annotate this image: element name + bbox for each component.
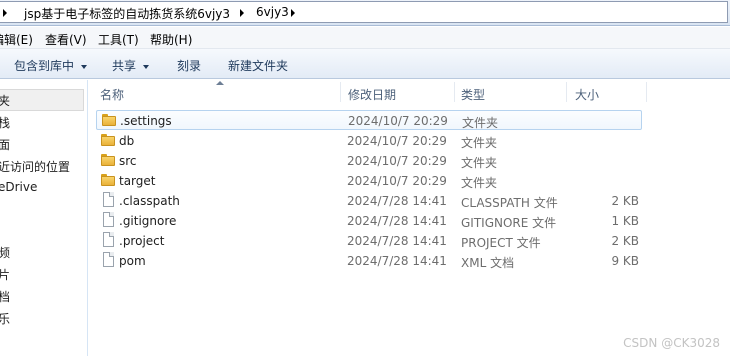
file-type: 文件夹 [461,136,498,150]
file-row[interactable]: .settings 2024/10/7 20:29 文件夹 [96,110,642,130]
file-type: 文件夹 [461,156,498,170]
menu-tools[interactable]: 工具(T) [98,31,139,48]
share-label: 共享 [112,59,137,73]
column-header-modified[interactable]: 修改日期 [348,86,396,103]
menu-help[interactable]: 帮助(H) [150,31,192,48]
breadcrumb-arrow-icon[interactable] [291,9,295,17]
breadcrumb-folder[interactable]: 6vjy3 [256,5,289,19]
nav-item-documents[interactable]: 档 [0,288,10,305]
file-modified: 2024/7/28 14:41 [347,194,447,208]
column-divider[interactable] [340,82,341,102]
file-row[interactable]: pom 2024/7/28 14:41 XML 文档 9 KB [96,251,642,271]
address-bar: jsp基于电子标签的自动拣货系统6vjy3 6vjy3 [0,0,730,26]
breadcrumb-arrow-icon[interactable] [240,9,244,17]
include-in-library-button[interactable]: 包含到库中 [14,57,88,74]
column-header-name[interactable]: 名称 [100,86,124,103]
chevron-down-icon [81,64,88,69]
file-row[interactable]: .classpath 2024/7/28 14:41 CLASSPATH 文件 … [96,191,642,211]
folder-icon [101,174,115,186]
nav-item-downloads[interactable]: 栈 [0,114,10,131]
breadcrumb-project[interactable]: jsp基于电子标签的自动拣货系统6vjy3 [24,5,230,22]
breadcrumb-arrow-icon[interactable] [3,9,7,17]
file-size: 9 KB [611,254,639,268]
file-icon [103,232,114,247]
file-type: XML 文档 [461,256,515,270]
folder-icon [102,114,116,126]
column-divider[interactable] [454,82,455,102]
nav-item-music[interactable]: 乐 [0,310,10,327]
command-toolbar: 包含到库中 共享 刻录 新建文件夹 [0,49,730,79]
column-divider[interactable] [566,82,567,102]
file-name: .project [119,234,165,248]
file-name: target [119,174,156,188]
file-modified: 2024/7/28 14:41 [347,214,447,228]
menu-bar: 编辑(E) 查看(V) 工具(T) 帮助(H) [0,27,730,49]
nav-item-desktop[interactable]: 面 [0,136,10,153]
menu-view[interactable]: 查看(V) [45,31,87,48]
file-name: .settings [120,114,172,128]
file-name: db [119,134,135,148]
file-size: 2 KB [611,194,639,208]
file-name: .classpath [119,194,180,208]
file-size: 1 KB [611,214,639,228]
file-icon [103,252,114,267]
column-divider[interactable] [646,82,647,102]
file-type: PROJECT 文件 [461,236,541,250]
folder-icon [101,154,115,166]
file-modified: 2024/7/28 14:41 [347,254,447,268]
nav-selection-highlight [0,89,84,111]
nav-item-pictures[interactable]: 片 [0,266,10,283]
address-field[interactable]: jsp基于电子标签的自动拣货系统6vjy3 6vjy3 [0,1,728,23]
nav-item-favorites[interactable]: 夹 [0,92,10,109]
file-row[interactable]: target 2024/10/7 20:29 文件夹 [96,171,642,191]
nav-item-onedrive[interactable]: eDrive [0,180,37,194]
folder-icon [101,134,115,146]
file-row[interactable]: .project 2024/7/28 14:41 PROJECT 文件 2 KB [96,231,642,251]
column-header-size[interactable]: 大小 [575,86,599,103]
file-name: .gitignore [119,214,177,228]
new-folder-button[interactable]: 新建文件夹 [228,57,288,74]
file-row[interactable]: src 2024/10/7 20:29 文件夹 [96,151,642,171]
file-name: pom [119,254,146,268]
file-name: src [119,154,137,168]
column-header-bar: 名称 修改日期 类型 大小 [90,80,730,104]
sort-ascending-icon [216,81,224,85]
column-header-type[interactable]: 类型 [461,86,485,103]
file-type: 文件夹 [461,176,498,190]
nav-item-videos[interactable]: 频 [0,244,10,261]
menu-edit[interactable]: 编辑(E) [0,31,33,48]
watermark: CSDN @CK3028 [623,336,720,350]
file-modified: 2024/10/7 20:29 [347,174,447,188]
nav-item-recent-places[interactable]: 近访问的位置 [0,158,70,175]
navigation-pane: 夹 栈 面 近访问的位置 eDrive 频 片 档 乐 [0,80,88,356]
file-row[interactable]: .gitignore 2024/7/28 14:41 GITIGNORE 文件 … [96,211,642,231]
file-modified: 2024/10/7 20:29 [347,154,447,168]
file-type: 文件夹 [462,116,499,130]
file-modified: 2024/10/7 20:29 [348,114,448,128]
include-in-library-label: 包含到库中 [14,59,75,73]
file-row[interactable]: db 2024/10/7 20:29 文件夹 [96,131,642,151]
file-size: 2 KB [611,234,639,248]
burn-button[interactable]: 刻录 [177,57,201,74]
chevron-down-icon [143,64,150,69]
file-modified: 2024/10/7 20:29 [347,134,447,148]
file-type: CLASSPATH 文件 [461,196,558,210]
file-icon [103,212,114,227]
file-modified: 2024/7/28 14:41 [347,234,447,248]
file-type: GITIGNORE 文件 [461,216,557,230]
share-button[interactable]: 共享 [112,57,150,74]
file-icon [103,192,114,207]
